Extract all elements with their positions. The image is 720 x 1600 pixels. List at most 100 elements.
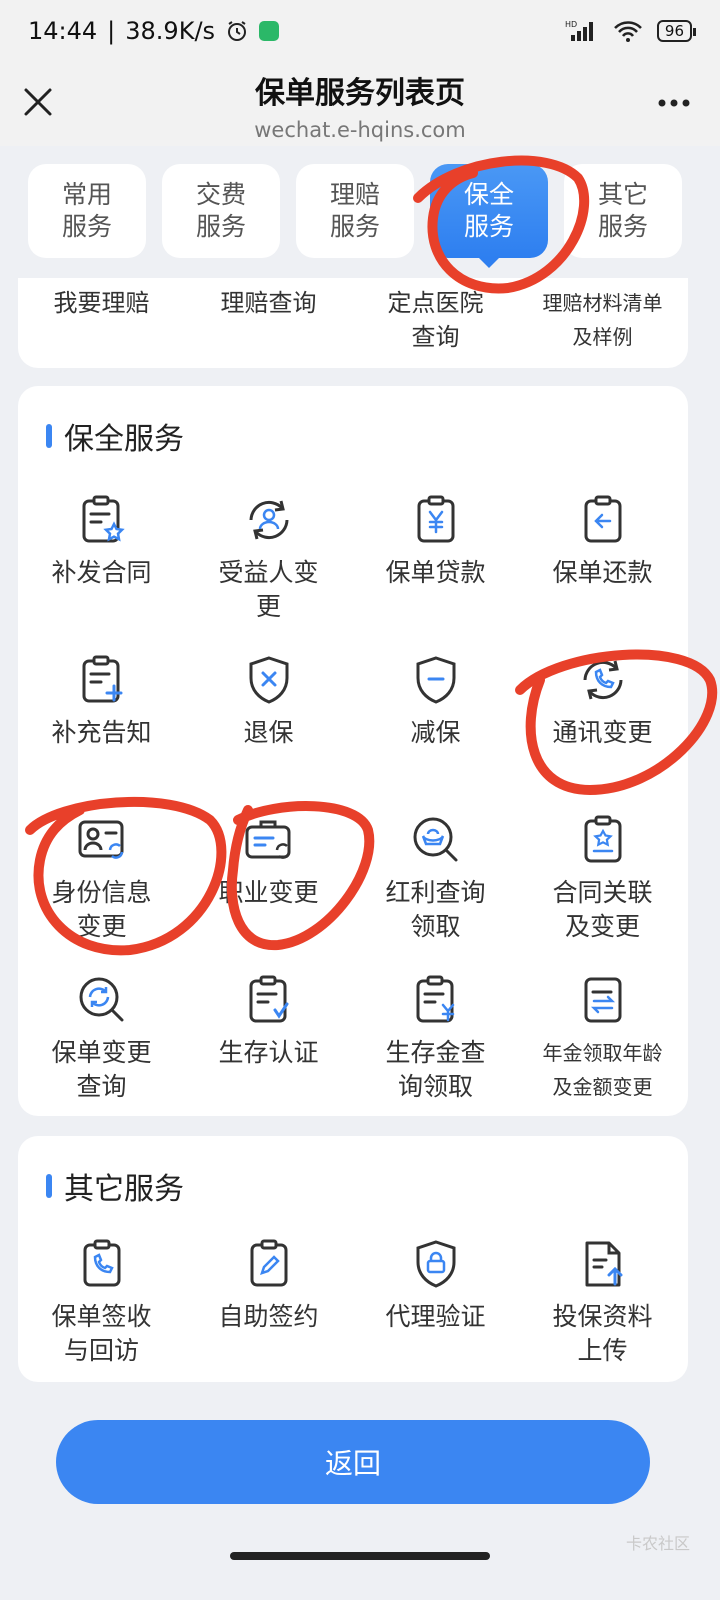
id-card-refresh-icon <box>78 820 123 859</box>
service-contract-link[interactable]: 合同关联 及变更 <box>519 814 686 974</box>
service-label: 代理验证 <box>385 1302 486 1331</box>
service-policy-receipt[interactable]: 保单签收 与回访 <box>18 1238 185 1398</box>
claims-item-claim-query[interactable]: 理赔查询 <box>185 286 352 354</box>
notice-plus-icon <box>82 655 122 703</box>
preservation-grid: 补发合同 受益人变 更 保单贷款 保单还款 补充告知 退保 减保 通讯变更 身份… <box>18 458 688 1134</box>
briefcase-refresh-icon <box>245 820 290 859</box>
status-separator: | <box>107 17 116 45</box>
service-label: 补充告知 <box>51 718 152 747</box>
service-label: 受益人变 更 <box>218 558 319 621</box>
shield-lock-icon <box>416 1240 455 1288</box>
tab-preservation-services[interactable]: 保全 服务 <box>430 164 548 268</box>
beneficiary-refresh-icon <box>249 500 288 540</box>
service-label: 减保 <box>410 718 461 747</box>
service-label: 年金领取年龄 及金额变更 <box>542 1041 663 1099</box>
doc-check-icon <box>249 975 288 1023</box>
claims-item-materials-list[interactable]: 理赔材料清单 及样例 <box>519 286 686 354</box>
section-accent-bar <box>46 424 52 448</box>
service-label: 职业变更 <box>218 878 319 907</box>
wifi-icon <box>614 21 642 42</box>
service-label: 生存金查 询领取 <box>385 1038 486 1101</box>
tab-label: 交费 服务 <box>195 180 246 241</box>
tab-label: 常用 服务 <box>61 180 112 241</box>
home-indicator[interactable] <box>230 1552 490 1560</box>
repay-arrow-icon <box>584 495 621 543</box>
section-title: 保全服务 <box>18 386 688 458</box>
service-policy-loan[interactable]: 保单贷款 <box>352 494 519 654</box>
service-label: 补发合同 <box>51 558 152 587</box>
service-reissue-contract[interactable]: 补发合同 <box>18 494 185 654</box>
doc-upload-icon <box>585 1241 622 1287</box>
section-title-text: 保全服务 <box>64 422 184 457</box>
tab-label: 其它 服务 <box>597 180 648 241</box>
service-contact-change[interactable]: 通讯变更 <box>519 654 686 814</box>
shield-cross-icon <box>249 656 288 704</box>
section-accent-bar <box>46 1174 52 1198</box>
service-occupation-change[interactable]: 职业变更 <box>185 814 352 974</box>
section-title-text: 其它服务 <box>64 1172 184 1207</box>
tab-label: 理赔 服务 <box>329 180 380 241</box>
tab-payment-services[interactable]: 交费 服务 <box>162 164 280 258</box>
page-url: wechat.e-hqins.com <box>254 118 466 142</box>
service-surrender[interactable]: 退保 <box>185 654 352 814</box>
service-beneficiary-change[interactable]: 受益人变 更 <box>185 494 352 654</box>
tab-common-services[interactable]: 常用 服务 <box>28 164 146 258</box>
service-supplementary-notice[interactable]: 补充告知 <box>18 654 185 814</box>
service-label: 退保 <box>243 718 294 747</box>
service-change-query[interactable]: 保单变更 查询 <box>18 974 185 1134</box>
alarm-icon <box>228 21 247 41</box>
pen-doc-icon <box>250 1239 287 1287</box>
service-identity-change[interactable]: 身份信息 变更 <box>18 814 185 974</box>
service-label: 保单变更 查询 <box>51 1038 152 1101</box>
service-self-signing[interactable]: 自助签约 <box>185 1238 352 1398</box>
loan-yen-icon <box>417 495 454 543</box>
service-upload-materials[interactable]: 投保资料 上传 <box>519 1238 686 1398</box>
doc-swap-icon <box>584 977 621 1023</box>
service-label: 保单贷款 <box>385 558 486 587</box>
service-label: 投保资料 上传 <box>552 1302 653 1365</box>
phone-doc-icon <box>83 1239 120 1287</box>
preservation-services-card: 保全服务 补发合同 受益人变 更 保单贷款 保单还款 补充告知 退保 减保 通讯… <box>18 386 688 1116</box>
service-survival-certification[interactable]: 生存认证 <box>185 974 352 1134</box>
service-agent-verification[interactable]: 代理验证 <box>352 1238 519 1398</box>
shield-minus-icon <box>416 656 455 704</box>
service-dividend-query[interactable]: 红利查询 领取 <box>352 814 519 974</box>
claims-item-file-claim[interactable]: 我要理赔 <box>18 286 185 354</box>
service-label: 生存认证 <box>218 1038 319 1067</box>
service-survival-benefit[interactable]: 生存金查 询领取 <box>352 974 519 1134</box>
contract-link-icon <box>584 815 621 863</box>
claims-row: 我要理赔 理赔查询 定点医院 查询 理赔材料清单 及样例 <box>18 278 688 354</box>
service-label: 自助签约 <box>218 1302 319 1331</box>
service-reduce-coverage[interactable]: 减保 <box>352 654 519 814</box>
wechat-icon <box>259 21 280 41</box>
tab-label: 保全 服务 <box>463 180 514 241</box>
more-icon[interactable] <box>654 88 694 118</box>
service-label: 合同关联 及变更 <box>552 878 653 941</box>
close-icon[interactable] <box>20 84 56 120</box>
battery-icon: 96 <box>656 20 697 42</box>
status-network-speed: 38.9K/s <box>125 17 216 45</box>
title-bar: 保单服务列表页 wechat.e-hqins.com <box>0 62 720 146</box>
service-annuity-change[interactable]: 年金领取年龄 及金额变更 <box>519 974 686 1134</box>
phone-refresh-icon <box>583 660 622 700</box>
status-left: 14:44 | 38.9K/s <box>28 17 280 45</box>
status-right: HD 96 <box>565 19 697 43</box>
tab-other-services[interactable]: 其它 服务 <box>564 164 682 258</box>
claims-item-hospital-query[interactable]: 定点医院 查询 <box>352 286 519 354</box>
status-bar: 14:44 | 38.9K/s HD 96 <box>0 0 720 62</box>
contract-star-icon <box>82 495 125 543</box>
service-policy-repayment[interactable]: 保单还款 <box>519 494 686 654</box>
search-refresh-icon <box>79 977 123 1022</box>
service-label: 保单还款 <box>552 558 653 587</box>
other-services-card: 其它服务 保单签收 与回访 自助签约 代理验证 投保资料 上传 <box>18 1136 688 1382</box>
return-button[interactable]: 返回 <box>56 1420 650 1504</box>
other-services-grid: 保单签收 与回访 自助签约 代理验证 投保资料 上传 <box>18 1208 688 1398</box>
service-label: 保单签收 与回访 <box>51 1302 152 1365</box>
doc-yen-icon <box>416 975 454 1023</box>
section-title: 其它服务 <box>18 1136 688 1208</box>
service-label: 红利查询 领取 <box>385 878 486 941</box>
page-title: 保单服务列表页 <box>255 76 465 111</box>
tab-claims-services[interactable]: 理赔 服务 <box>296 164 414 258</box>
svg-text:HD: HD <box>565 20 577 29</box>
service-label: 通讯变更 <box>552 718 653 747</box>
